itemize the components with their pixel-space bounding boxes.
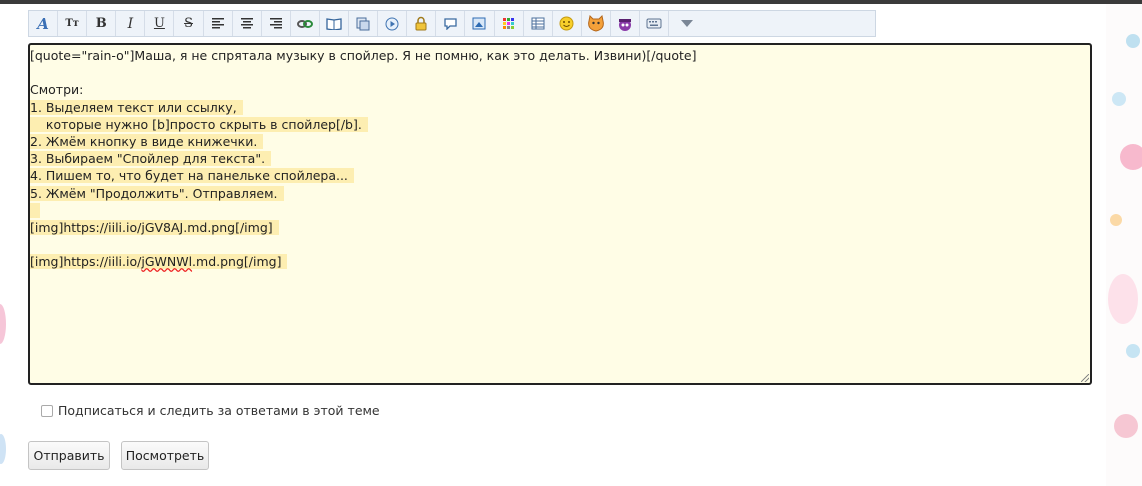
pirate-sticker-icon [616, 16, 634, 32]
image-icon [472, 16, 487, 31]
editor-line: [quote="rain-o"]Маша, я не спрятала музы… [30, 48, 697, 63]
link-button[interactable] [291, 11, 320, 36]
color-grid-button[interactable] [495, 11, 524, 36]
more-dropdown-button[interactable] [669, 11, 705, 36]
font-color-button[interactable]: A [29, 11, 59, 36]
bold-icon: B [95, 16, 107, 31]
align-left-button[interactable] [204, 11, 233, 36]
align-right-icon [269, 18, 282, 29]
strikethrough-button[interactable]: S [174, 11, 204, 36]
decorative-background-right [1106, 4, 1142, 486]
media-play-icon [385, 17, 399, 31]
subscribe-option[interactable]: Подписаться и следить за ответами в этой… [41, 403, 380, 418]
spoiler-book-button[interactable] [320, 11, 350, 36]
align-right-button[interactable] [262, 11, 291, 36]
subscribe-checkbox[interactable] [41, 404, 53, 417]
lock-button[interactable] [407, 11, 437, 36]
pirate-sticker-button[interactable] [611, 11, 640, 36]
font-size-icon: Tт [65, 18, 79, 29]
editor-line: Смотри: [30, 82, 84, 98]
message-textarea[interactable]: [quote="rain-o"]Маша, я не спрятала музы… [28, 43, 1092, 385]
image-button[interactable] [465, 11, 495, 36]
editor-line: 1. Выделяем текст или ссылку, [30, 99, 702, 116]
editor-line [30, 202, 702, 219]
align-left-icon [211, 18, 224, 29]
media-play-button[interactable] [378, 11, 408, 36]
font-color-icon: A [37, 14, 49, 33]
keyboard-icon [646, 18, 662, 29]
link-icon [296, 18, 313, 30]
editor-toolbar: A Tт B I U S [28, 10, 876, 37]
keyboard-button[interactable] [640, 11, 670, 36]
spoiler-book-icon [326, 17, 342, 30]
align-center-button[interactable] [233, 11, 262, 36]
message-text[interactable]: [quote="rain-o"]Маша, я не спрятала музы… [30, 47, 702, 270]
editor-line: 3. Выбираем "Спойлер для текста". [30, 150, 702, 167]
spellcheck-error-word: jGWNWl [141, 254, 193, 270]
speech-bubble-icon [443, 17, 458, 30]
table-icon [531, 17, 545, 30]
preview-button[interactable]: Посмотреть [121, 441, 209, 470]
font-size-button[interactable]: Tт [58, 11, 88, 36]
submit-button[interactable]: Отправить [28, 441, 110, 470]
italic-icon: I [127, 15, 134, 32]
speech-bubble-button[interactable] [436, 11, 466, 36]
decorative-background-left [0, 4, 12, 486]
resize-handle-icon[interactable] [1081, 374, 1089, 382]
cat-sticker-button[interactable] [582, 11, 611, 36]
editor-line: [img]https://iili.io/jGWNWl.md.png[/img] [30, 253, 702, 270]
lock-icon [414, 16, 428, 31]
strikethrough-icon: S [184, 16, 193, 31]
italic-button[interactable]: I [116, 11, 146, 36]
underline-button[interactable]: U [145, 11, 175, 36]
editor-line: [img]https://iili.io/jGV8AJ.md.png[/img] [30, 219, 702, 236]
bold-button[interactable]: B [87, 11, 117, 36]
editor-line: 4. Пишем то, что будет на панельке спойл… [30, 167, 702, 184]
window-top-border [0, 0, 1142, 4]
editor-line: 2. Жмём кнопку в виде книжечки. [30, 133, 702, 150]
more-dropdown-icon [681, 19, 694, 28]
smiley-icon [559, 16, 574, 31]
quote-button[interactable] [349, 11, 379, 36]
color-grid-icon [502, 17, 515, 30]
smiley-button[interactable] [553, 11, 582, 36]
editor-line: 5. Жмём "Продолжить". Отправляем. [30, 185, 702, 202]
cat-sticker-icon [586, 14, 606, 33]
subscribe-label[interactable]: Подписаться и следить за ответами в этой… [58, 403, 380, 418]
align-center-icon [240, 18, 253, 29]
editor-line: которые нужно [b]просто скрыть в спойлер… [30, 116, 702, 133]
table-button[interactable] [524, 11, 553, 36]
quote-icon [356, 17, 370, 31]
underline-icon: U [153, 16, 165, 31]
